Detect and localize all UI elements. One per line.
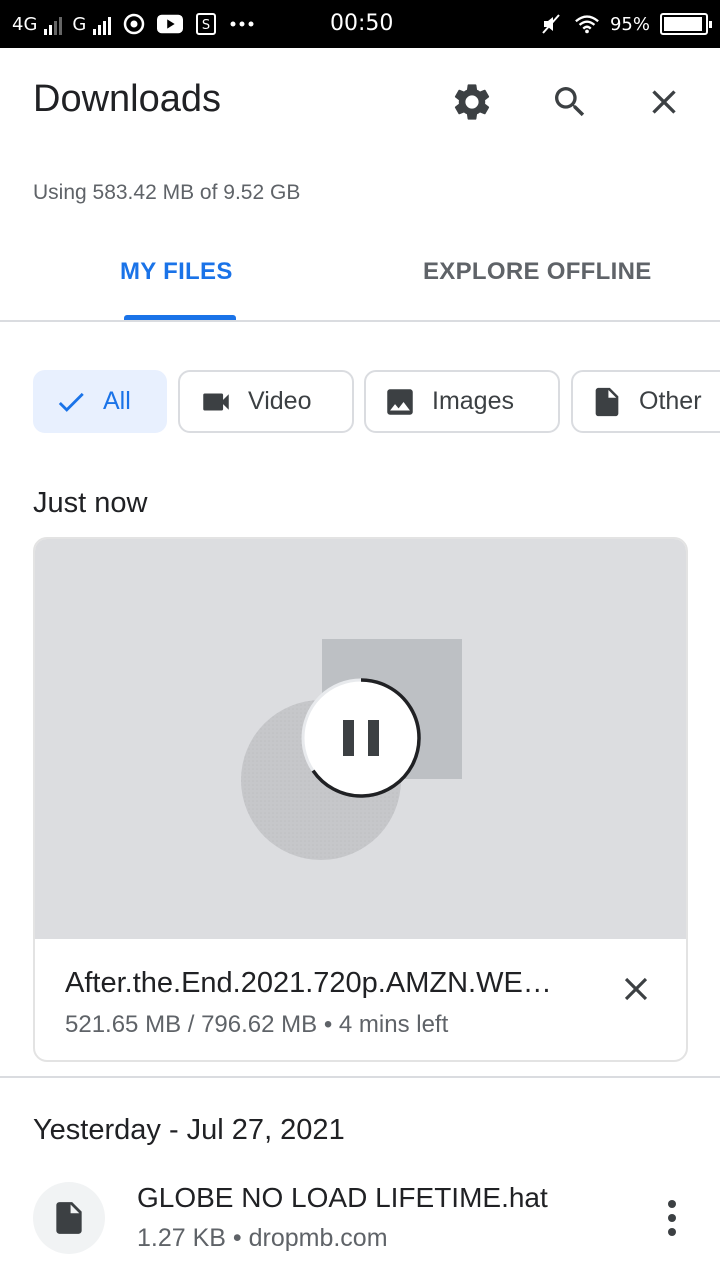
- battery-percent: 95%: [609, 13, 650, 35]
- download-thumbnail: [35, 539, 686, 939]
- chip-images[interactable]: Images: [364, 370, 560, 433]
- download-progress-text: 521.65 MB / 796.62 MB • 4 mins left: [65, 1011, 449, 1038]
- chip-label: Video: [248, 387, 312, 415]
- search-button[interactable]: [548, 80, 592, 124]
- mute-icon: [538, 13, 564, 35]
- file-name: GLOBE NO LOAD LIFETIME.hat: [137, 1182, 548, 1213]
- check-icon: [53, 384, 89, 420]
- app-s-icon: S: [193, 13, 219, 35]
- tab-my-files[interactable]: MY FILES: [120, 258, 233, 286]
- clock: 00:50: [330, 11, 394, 36]
- chip-all[interactable]: All: [33, 370, 167, 433]
- tab-explore-offline[interactable]: EXPLORE OFFLINE: [423, 258, 652, 286]
- gear-icon: [454, 84, 490, 120]
- wifi-icon: [574, 13, 600, 35]
- tab-indicator: [124, 315, 236, 320]
- page-title: Downloads: [33, 78, 221, 120]
- chip-video[interactable]: Video: [178, 370, 354, 433]
- document-icon: [589, 384, 625, 420]
- network-4g-indicator: 4G: [12, 13, 63, 35]
- youtube-icon: [157, 13, 184, 35]
- cancel-download-button[interactable]: [614, 967, 658, 1011]
- storage-usage: Using 583.42 MB of 9.52 GB: [33, 181, 301, 204]
- file-meta: 1.27 KB • dropmb.com: [137, 1224, 388, 1252]
- more-vert-icon: [668, 1200, 676, 1236]
- more-options-button[interactable]: [650, 1192, 694, 1244]
- network-4g-label: 4G: [12, 13, 38, 35]
- svg-text:S: S: [202, 18, 210, 33]
- section-divider: [0, 1076, 720, 1078]
- battery-fill: [664, 17, 702, 31]
- network-g-indicator: G: [72, 13, 112, 35]
- image-icon: [382, 384, 418, 420]
- tab-bar: MY FILES EXPLORE OFFLINE: [0, 240, 720, 322]
- status-bar: 4G G S 00:50 95%: [0, 0, 720, 48]
- settings-button[interactable]: [450, 80, 494, 124]
- list-item[interactable]: GLOBE NO LOAD LIFETIME.hat 1.27 KB • dro…: [0, 1176, 720, 1266]
- chip-other[interactable]: Other: [571, 370, 720, 433]
- chrome-icon: [121, 13, 147, 35]
- pause-button[interactable]: [300, 677, 422, 799]
- chip-label: Other: [639, 387, 702, 415]
- filter-chips: All Video Images Other: [33, 370, 720, 434]
- signal-icon: [44, 16, 63, 35]
- app-header: Downloads: [0, 48, 720, 160]
- document-icon: [33, 1182, 105, 1254]
- section-header-yesterday: Yesterday - Jul 27, 2021: [33, 1114, 345, 1146]
- download-filename: After.the.End.2021.720p.AMZN.WE…: [65, 967, 552, 999]
- network-g-label: G: [72, 13, 87, 35]
- active-download-card[interactable]: After.the.End.2021.720p.AMZN.WE… 521.65 …: [33, 537, 688, 1062]
- more-notifications-icon: [229, 13, 255, 35]
- battery-icon: [660, 13, 712, 35]
- chip-label: All: [103, 387, 131, 415]
- video-icon: [198, 384, 234, 420]
- close-button[interactable]: [642, 80, 686, 124]
- close-icon: [652, 90, 676, 114]
- search-icon: [555, 87, 585, 117]
- download-info: After.the.End.2021.720p.AMZN.WE… 521.65 …: [35, 939, 686, 1060]
- close-icon: [624, 977, 648, 1001]
- chip-label: Images: [432, 387, 514, 415]
- section-header-recent: Just now: [33, 487, 148, 519]
- signal-icon: [93, 16, 112, 35]
